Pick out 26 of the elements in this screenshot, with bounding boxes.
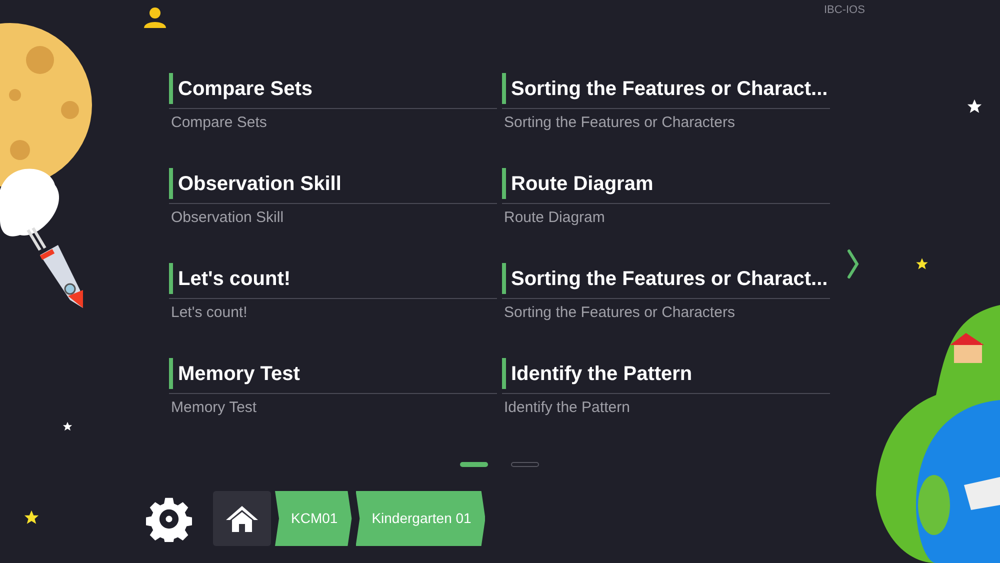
star-icon [915,257,929,271]
star-icon [966,98,983,115]
home-icon [225,504,259,532]
star-icon [23,509,40,526]
lesson-subtitle: Let's count! [170,303,248,323]
lesson-subtitle: Observation Skill [170,208,285,228]
lesson-subtitle: Identify the Pattern [503,398,631,418]
lesson-subtitle: Memory Test [170,398,258,418]
lesson-title[interactable]: Sorting the Features or Charact... [502,73,830,104]
lesson-subtitle: Sorting the Features or Characters [503,113,736,133]
lesson-title[interactable]: Memory Test [169,358,497,389]
lesson-subtitle: Route Diagram [503,208,606,228]
lesson-title[interactable]: Let's count! [169,263,497,294]
user-icon[interactable] [144,7,166,28]
lesson-title[interactable]: Compare Sets [169,73,497,104]
page-indicator[interactable] [460,462,488,467]
lesson-subtitle: Sorting the Features or Characters [503,303,736,323]
app-label: IBC-IOS [824,3,865,18]
star-icon [62,421,73,432]
lesson-title[interactable]: Sorting the Features or Charact... [502,263,830,294]
lesson-title[interactable]: Route Diagram [502,168,830,199]
settings-icon[interactable] [146,496,192,542]
lesson-subtitle: Compare Sets [170,113,268,133]
lesson-title[interactable]: Observation Skill [169,168,497,199]
lesson-title[interactable]: Identify the Pattern [502,358,830,389]
home-button[interactable] [213,491,271,546]
